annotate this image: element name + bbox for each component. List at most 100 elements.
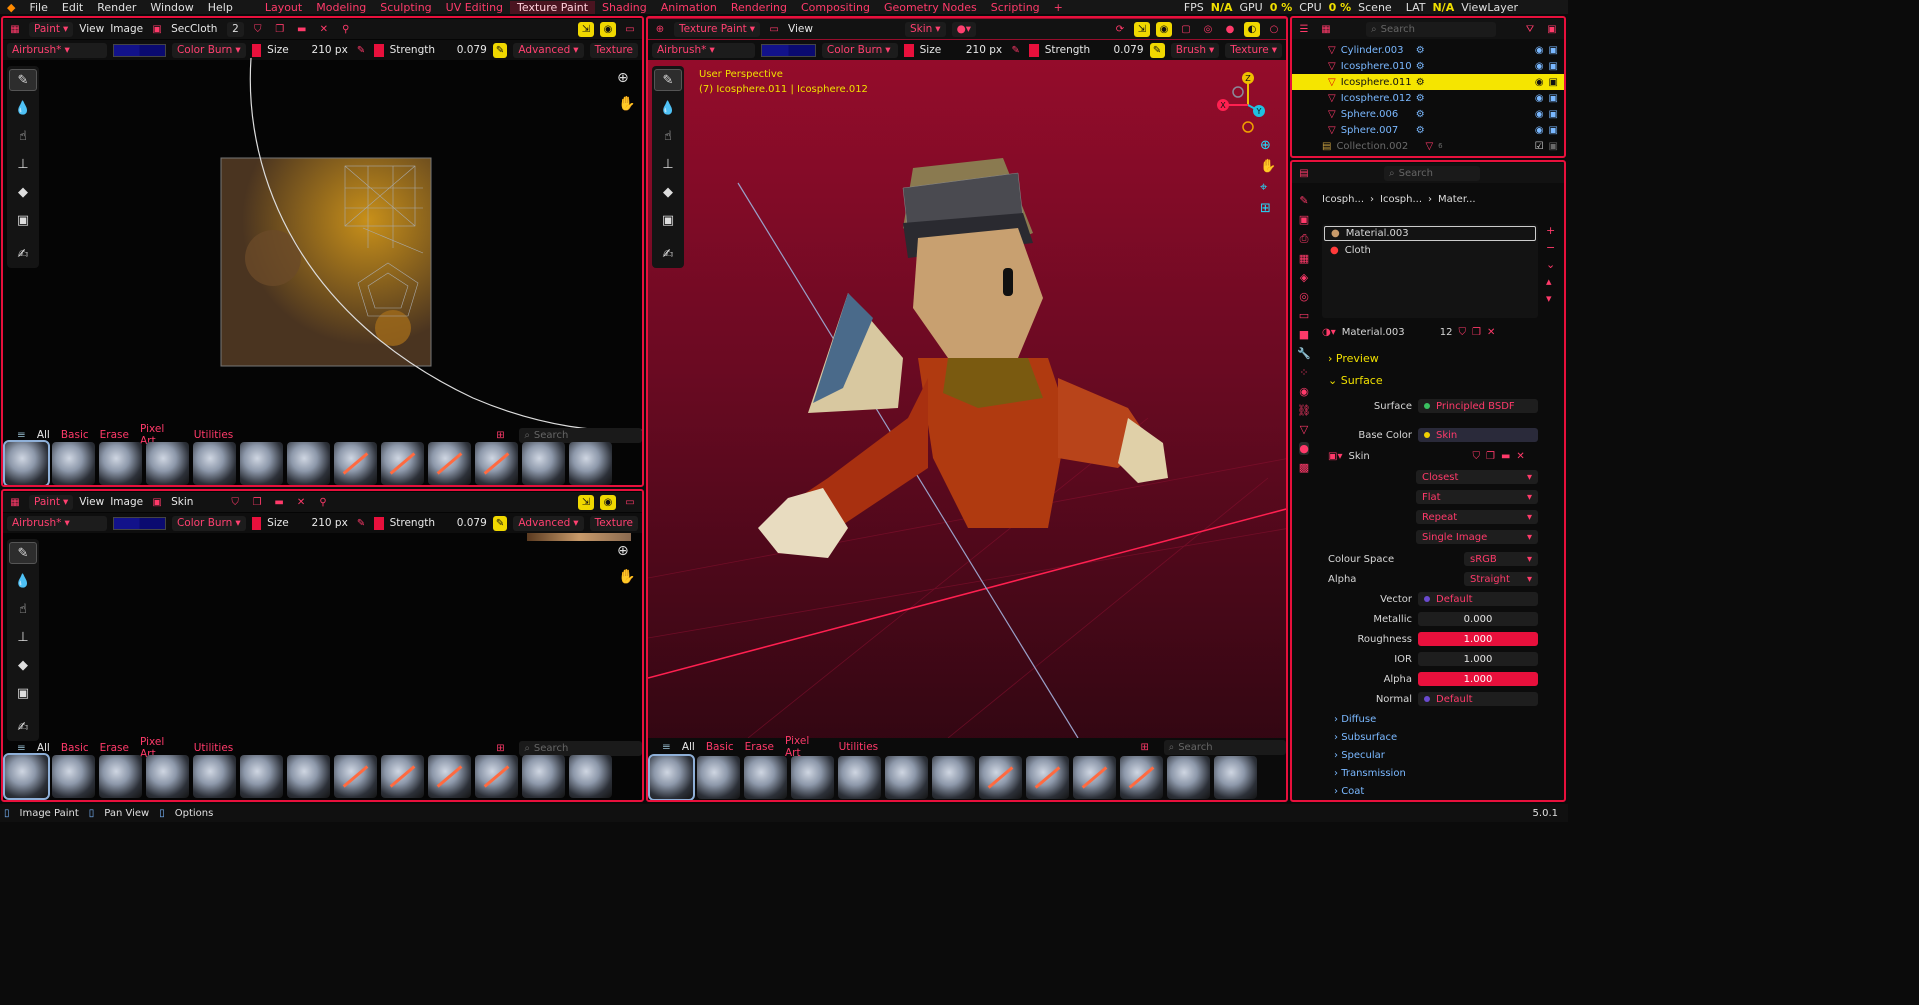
strength-pressure-icon[interactable] [374, 516, 384, 530]
brush-thumb[interactable] [1073, 756, 1116, 799]
strength-pressure-icon[interactable] [374, 43, 384, 57]
projection-dropdown[interactable]: Flat ▾ [1416, 490, 1538, 504]
unlink-icon[interactable]: ✕ [1516, 451, 1524, 462]
close-icon[interactable]: ✕ [293, 495, 309, 510]
strength-pressure-icon[interactable] [1029, 43, 1039, 57]
brush-thumb[interactable] [99, 755, 142, 798]
fake-user-icon[interactable]: ⛉ [1472, 451, 1480, 462]
view-menu[interactable]: View [788, 23, 813, 35]
render-tab-icon[interactable]: ▣ [1299, 213, 1309, 226]
asset-cat-basic[interactable]: Basic [706, 741, 734, 753]
asset-cat-erase[interactable]: Erase [745, 741, 774, 753]
pressure-toggle-icon[interactable]: ✎ [492, 515, 508, 531]
brush-thumb[interactable] [744, 756, 787, 799]
new-collection-icon[interactable]: ▣ [1544, 22, 1560, 37]
soften-tool-icon[interactable]: 💧 [9, 570, 37, 592]
duplicate-icon[interactable]: ❐ [1472, 327, 1481, 338]
render-shading-icon[interactable]: ○ [1266, 22, 1282, 37]
add-workspace-button[interactable]: + [1047, 1, 1070, 14]
duplicate-icon[interactable]: ❐ [1486, 451, 1495, 462]
advanced-dropdown[interactable]: Advanced ▾ [513, 42, 584, 58]
subsurface-subpanel[interactable]: › Subsurface [1334, 732, 1406, 743]
extension-dropdown[interactable]: Repeat ▾ [1416, 510, 1538, 524]
brush-thumb[interactable] [287, 755, 330, 798]
brush-thumb[interactable] [381, 442, 424, 485]
fill-tool-icon[interactable]: ◆ [654, 181, 682, 203]
alpha-mode-dropdown[interactable]: Straight ▾ [1464, 572, 1538, 586]
pan-hand-icon[interactable]: ✋ [1260, 159, 1276, 174]
brush-thumb[interactable] [1120, 756, 1163, 799]
brush-thumb[interactable] [240, 442, 283, 485]
eye-icon[interactable]: ◉ [1535, 109, 1544, 120]
outliner-row[interactable]: ▽ Icosphere.010 ⚙ ◉ ▣ [1292, 58, 1564, 74]
metallic-field[interactable]: 0.000 [1418, 612, 1538, 626]
folder-icon[interactable]: ▬ [1501, 451, 1510, 462]
outliner-collection-row[interactable]: ▤ Collection.002 ▽ 6 ☑ ▣ [1292, 138, 1564, 154]
brush-thumb[interactable] [569, 755, 612, 798]
outliner-search-input[interactable]: ⌕ Search [1366, 21, 1496, 37]
tab-scripting[interactable]: Scripting [984, 1, 1047, 14]
color-swatch[interactable] [760, 43, 816, 57]
brush-thumb[interactable] [240, 755, 283, 798]
tab-rendering[interactable]: Rendering [724, 1, 794, 14]
duplicate-icon[interactable]: ❐ [272, 22, 288, 37]
basecolor-field[interactable]: Skin [1418, 428, 1538, 442]
overlay-icon[interactable]: ◉ [600, 494, 616, 510]
transform-icon[interactable]: ⟳ [1112, 22, 1128, 37]
brush-menu-dropdown[interactable]: Brush ▾ [1170, 42, 1220, 58]
brush-selector[interactable]: Airbrush* ▾ [7, 515, 107, 531]
scene-selector[interactable]: Scene [1351, 1, 1399, 14]
asset-cat-erase[interactable]: Erase [100, 742, 129, 754]
menu-file[interactable]: File [22, 1, 54, 14]
material-name-field[interactable]: Material.003 [1342, 327, 1434, 338]
output-tab-icon[interactable]: ⎙ [1300, 232, 1309, 246]
brush-thumb[interactable] [334, 442, 377, 485]
brush-thumb[interactable] [1167, 756, 1210, 799]
brush-thumb[interactable] [193, 442, 236, 485]
surface-panel-header[interactable]: ⌄ Surface [1328, 374, 1383, 387]
overlay-icon[interactable]: ◉ [600, 21, 616, 37]
menu-render[interactable]: Render [90, 1, 143, 14]
fake-user-icon[interactable]: ⛉ [1458, 327, 1466, 338]
clone-tool-icon[interactable]: ⊥ [9, 626, 37, 648]
clone-tool-icon[interactable]: ⊥ [654, 153, 682, 175]
editor-type-icon[interactable]: ⊕ [652, 22, 668, 37]
camera-icon[interactable]: ▣ [1549, 141, 1558, 152]
folder-icon[interactable]: ▬ [271, 495, 287, 510]
asset-cat-basic[interactable]: Basic [61, 742, 89, 754]
brush-thumb[interactable] [475, 442, 518, 485]
brush-thumb[interactable] [648, 754, 695, 800]
brush-thumb[interactable] [885, 756, 928, 799]
editor-type-icon[interactable]: ▦ [7, 495, 23, 510]
brush-thumb[interactable] [3, 440, 50, 485]
display-mode-icon[interactable]: ▦ [1318, 22, 1334, 37]
tab-modeling[interactable]: Modeling [309, 1, 373, 14]
grid-view-icon[interactable]: ⊞ [493, 741, 509, 756]
menu-help[interactable]: Help [201, 1, 240, 14]
asset-search-input[interactable]: ⌕ Search [519, 740, 642, 756]
menu-window[interactable]: Window [143, 1, 200, 14]
zoom-icon[interactable]: ⊕ [617, 543, 629, 559]
menu-edit[interactable]: Edit [55, 1, 90, 14]
annotate-tool-icon[interactable]: ✍ [654, 243, 682, 265]
brush-selector[interactable]: Airbrush* ▾ [7, 42, 107, 58]
viewlayer-selector[interactable]: ViewLayer [1454, 1, 1568, 14]
asset-cat-utilities[interactable]: Utilities [194, 429, 234, 441]
brush-selector[interactable]: Airbrush* ▾ [652, 42, 755, 58]
object-tab-icon[interactable]: ■ [1299, 328, 1309, 341]
brush-thumb[interactable] [428, 755, 471, 798]
strength-field[interactable]: 0.079 [441, 517, 487, 529]
texture-dropdown[interactable]: Texture ▾ [1225, 42, 1282, 58]
asset-cat-utilities[interactable]: Utilities [194, 742, 234, 754]
particles-tab-icon[interactable]: ⁘ [1299, 366, 1308, 379]
brush-thumb[interactable] [522, 755, 565, 798]
color-swatch[interactable] [112, 43, 166, 57]
mode-dropdown[interactable]: Paint ▾ [29, 21, 74, 37]
brush-thumb[interactable] [522, 442, 565, 485]
brush-thumb[interactable] [334, 755, 377, 798]
eye-icon[interactable]: ◉ [1535, 125, 1544, 136]
pan-hand-icon[interactable]: ✋ [618, 96, 635, 112]
brush-thumb[interactable] [838, 756, 881, 799]
asset-search-input[interactable]: ⌕ Search [519, 427, 642, 443]
roughness-field[interactable]: 1.000 [1418, 632, 1538, 646]
